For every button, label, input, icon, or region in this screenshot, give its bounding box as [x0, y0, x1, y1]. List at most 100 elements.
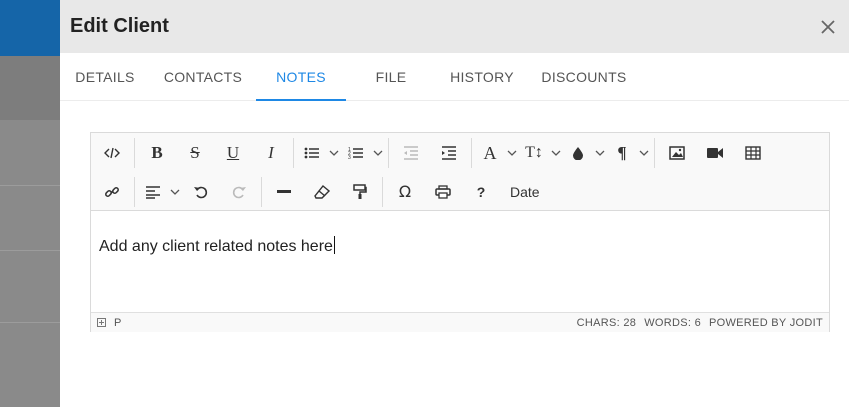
help-button[interactable]: ? [462, 177, 500, 207]
toolbar-separator [471, 137, 472, 168]
chevron-down-icon [595, 150, 605, 156]
tab-label: HISTORY [450, 68, 514, 85]
tab-notes[interactable]: NOTES [256, 53, 346, 101]
tab-details[interactable]: DETAILS [60, 53, 150, 100]
table-icon [745, 145, 761, 160]
italic-icon: I [268, 143, 274, 162]
link-icon [105, 186, 119, 197]
bullet-list-dropdown[interactable] [297, 138, 341, 168]
chevron-down-icon [507, 150, 517, 156]
tab-label: CONTACTS [163, 68, 243, 85]
print-icon [435, 184, 451, 199]
background-divider [0, 322, 60, 323]
symbol-icon: Ω [398, 181, 412, 201]
toolbar-separator [134, 176, 135, 207]
svg-text:3: 3 [348, 155, 351, 160]
editor-toolbar: B S U I 123 A T↕ ¶ Ω ? Date [91, 133, 829, 211]
tab-bar: DETAILS CONTACTS NOTES FILE HISTORY DISC… [60, 53, 849, 101]
video-button[interactable] [696, 138, 734, 168]
numbered-list-icon: 123 [348, 147, 363, 160]
link-button[interactable] [93, 177, 131, 207]
tab-label: FILE [375, 68, 407, 85]
element-path[interactable]: P [114, 317, 121, 329]
close-button[interactable] [817, 16, 839, 38]
video-icon [707, 147, 723, 158]
strikethrough-button[interactable]: S [176, 138, 214, 168]
close-icon [821, 19, 835, 34]
copy-format-icon [353, 183, 367, 199]
tab-history[interactable]: HISTORY [436, 53, 528, 100]
redo-button[interactable] [220, 177, 258, 207]
tab-discounts[interactable]: DISCOUNTS [528, 53, 640, 100]
editor-content[interactable]: Add any client related notes here [91, 211, 829, 312]
strikethrough-icon: S [190, 143, 200, 162]
resize-icon[interactable] [97, 318, 106, 327]
chevron-down-icon [373, 150, 383, 156]
align-dropdown[interactable] [138, 177, 182, 207]
font-size-dropdown[interactable]: T↕ [519, 138, 563, 168]
powered-by-link[interactable]: POWERED BY JODIT [709, 317, 823, 329]
brush-dropdown[interactable] [563, 138, 607, 168]
copy-format-button[interactable] [341, 177, 379, 207]
chevron-down-icon [329, 150, 339, 156]
undo-icon [194, 186, 208, 198]
toolbar-separator [382, 176, 383, 207]
tab-label: NOTES [276, 68, 326, 85]
outdent-button[interactable] [392, 138, 430, 168]
font-dropdown[interactable]: A [475, 138, 519, 168]
tab-file[interactable]: FILE [346, 53, 436, 100]
brush-icon [573, 146, 583, 160]
image-icon [669, 145, 685, 160]
background-app-bar [0, 0, 60, 56]
toolbar-separator [293, 137, 294, 168]
source-button[interactable] [93, 138, 131, 168]
tab-label: DISCOUNTS [541, 68, 627, 85]
redo-icon [232, 186, 246, 198]
chevron-down-icon [170, 189, 180, 195]
background-divider [0, 250, 60, 251]
font-size-icon: T↕ [525, 143, 543, 161]
modal-header: Edit Client [60, 0, 849, 53]
paragraph-icon: ¶ [617, 143, 627, 162]
table-button[interactable] [734, 138, 772, 168]
toolbar-separator [654, 137, 655, 168]
eraser-icon [314, 184, 330, 199]
source-icon [104, 147, 120, 158]
text-cursor [333, 236, 335, 254]
underline-button[interactable]: U [214, 138, 252, 168]
horizontal-line-icon [277, 189, 291, 193]
toolbar-row-2: Ω ? Date [91, 172, 829, 211]
underline-icon: U [226, 143, 240, 162]
outdent-icon [404, 145, 418, 160]
bold-icon: B [151, 143, 163, 162]
align-icon [146, 185, 160, 199]
modal-title: Edit Client [70, 15, 169, 37]
horizontal-line-button[interactable] [265, 177, 303, 207]
rich-text-editor: B S U I 123 A T↕ ¶ Ω ? Date Add any clie… [90, 132, 830, 332]
editor-statusbar: P CHARS: 28 WORDS: 6 POWERED BY JODIT [91, 312, 829, 332]
symbol-button[interactable]: Ω [386, 177, 424, 207]
numbered-list-dropdown[interactable]: 123 [341, 138, 385, 168]
toolbar-separator [388, 137, 389, 168]
tab-label: DETAILS [75, 68, 135, 85]
edit-client-modal: Edit Client DETAILS CONTACTS NOTES FILE … [60, 0, 849, 407]
indent-button[interactable] [430, 138, 468, 168]
date-button[interactable]: Date [500, 177, 550, 207]
print-button[interactable] [424, 177, 462, 207]
italic-button[interactable]: I [252, 138, 290, 168]
chevron-down-icon [639, 150, 649, 156]
image-button[interactable] [658, 138, 696, 168]
paragraph-dropdown[interactable]: ¶ [607, 138, 651, 168]
undo-button[interactable] [182, 177, 220, 207]
help-icon: ? [476, 183, 486, 200]
indent-icon [442, 145, 456, 160]
editor-text: Add any client related notes here [99, 238, 333, 255]
char-count: CHARS: 28 [576, 316, 637, 329]
bold-button[interactable]: B [138, 138, 176, 168]
word-count: WORDS: 6 [644, 316, 701, 329]
toolbar-separator [134, 137, 135, 168]
background-app [0, 0, 60, 407]
toolbar-row-1: B S U I 123 A T↕ ¶ [91, 133, 829, 172]
eraser-button[interactable] [303, 177, 341, 207]
tab-contacts[interactable]: CONTACTS [150, 53, 256, 100]
